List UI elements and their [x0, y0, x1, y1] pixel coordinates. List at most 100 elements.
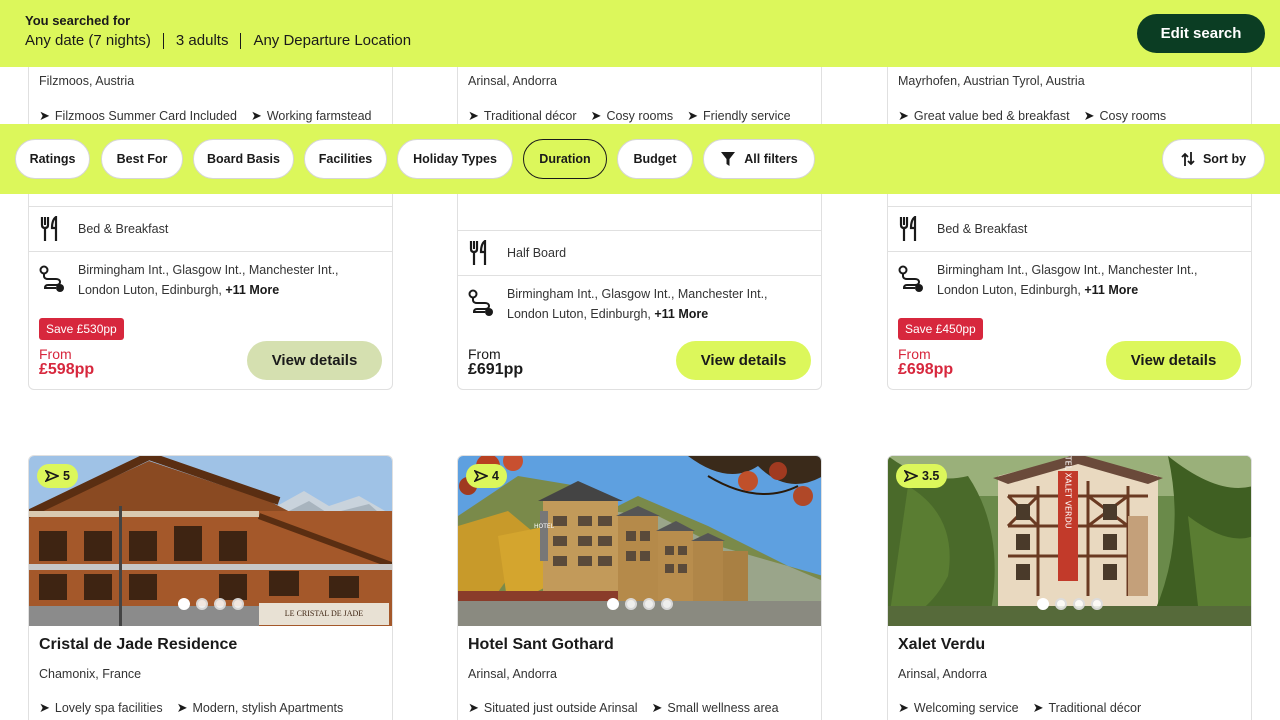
feature-item: ➤ Traditional décor — [1033, 700, 1142, 716]
feature-item: ➤ Friendly service — [687, 108, 790, 124]
carousel-dot[interactable] — [624, 598, 637, 610]
feature-item: ➤ Great value bed & breakfast — [898, 108, 1070, 124]
filter-chip-facilities[interactable]: Facilities — [304, 139, 387, 179]
feature-list: ➤ Traditional décor ➤ Cosy rooms ➤ Friendly… — [468, 108, 805, 124]
airports-row: Birmingham Int., Glasgow Int., Mancheste… — [29, 251, 392, 307]
rating-badge: 5 — [37, 464, 78, 488]
rating-value: 5 — [63, 469, 70, 483]
filter-chip-ratings[interactable]: Ratings — [15, 139, 90, 179]
hotel-location: Chamonix, France — [39, 667, 142, 681]
rating-badge: 4 — [466, 464, 507, 488]
airports-row: Birmingham Int., Glasgow Int., Mancheste… — [458, 275, 821, 331]
separator — [240, 32, 242, 49]
filter-chip-budget[interactable]: Budget — [617, 139, 693, 179]
rating-value: 4 — [492, 469, 499, 483]
cutlery-icon — [468, 238, 490, 271]
save-badge: Save £450pp — [898, 318, 983, 340]
carousel-dot[interactable] — [177, 598, 190, 610]
carousel-dot[interactable] — [213, 598, 226, 610]
hotel-name[interactable]: Cristal de Jade Residence — [39, 636, 237, 654]
view-details-button[interactable]: View details — [247, 341, 382, 380]
price: £698pp — [898, 361, 954, 378]
hotel-sign-text: HOTEL — [534, 523, 555, 530]
feature-list: ➤ Situated just outside Arinsal ➤ Small we… — [468, 700, 793, 716]
arrow-icon: ➤ — [176, 700, 188, 715]
price: £598pp — [39, 361, 95, 378]
edit-search-button[interactable]: Edit search — [1137, 14, 1265, 53]
building-sign-text: LE CRISTAL DE JADE — [285, 609, 364, 618]
feature-text: Working farmstead — [266, 109, 372, 123]
carousel-dot[interactable] — [195, 598, 208, 610]
feature-text: Traditional décor — [1048, 701, 1142, 715]
feature-list: ➤ Welcoming service ➤ Traditional décor — [898, 700, 1155, 716]
sort-by-button[interactable]: Sort by — [1162, 139, 1265, 179]
airports-row: Birmingham Int., Glasgow Int., Mancheste… — [888, 251, 1251, 307]
tripadvisor-arrow-icon — [904, 470, 918, 482]
rating-value: 3.5 — [922, 469, 940, 483]
feature-item: ➤ Lovely spa facilities — [39, 700, 163, 716]
feature-item: ➤ Modern, stylish Apartments — [177, 700, 344, 716]
feature-text: Welcoming service — [913, 701, 1019, 715]
arrow-icon: ➤ — [898, 108, 909, 123]
summary-adults: 3 adults — [175, 32, 229, 49]
filter-chip-holiday-types[interactable]: Holiday Types — [397, 139, 513, 179]
from-label: From — [898, 346, 931, 362]
cutlery-icon — [898, 214, 920, 247]
departure-airports: Birmingham Int., Glasgow Int., Mancheste… — [937, 260, 1198, 300]
hotel-card[interactable]: HOTEL 4 Hotel Sant Gothard Arinsal, Ando… — [457, 455, 822, 720]
hotel-card: Arinsal, Andorra ➤ Traditional décor ➤ Cos… — [457, 50, 822, 390]
arrow-icon: ➤ — [468, 700, 479, 715]
carousel-dot[interactable] — [231, 598, 244, 610]
feature-item: ➤ Welcoming service — [898, 700, 1019, 716]
feature-text: Situated just outside Arinsal — [483, 701, 638, 715]
view-details-button[interactable]: View details — [676, 341, 811, 380]
filter-bar: Ratings Best For Board Basis Facilities … — [0, 124, 1280, 194]
all-filters-button[interactable]: All filters — [703, 139, 815, 179]
hotel-name[interactable]: Xalet Verdu — [898, 636, 985, 654]
rating-badge: 3.5 — [896, 464, 948, 488]
arrow-icon: ➤ — [39, 108, 50, 123]
airports-line: London Luton, Edinburgh, — [78, 283, 222, 297]
feature-item: ➤ Situated just outside Arinsal — [468, 700, 637, 716]
board-basis: Half Board — [507, 246, 567, 260]
hotel-card[interactable]: HOTEL XALET VERDU 3.5 Xalet Verdu Arinsa… — [887, 455, 1252, 720]
carousel-dots[interactable] — [177, 598, 244, 610]
carousel-dot[interactable] — [642, 598, 655, 610]
more-airports-link[interactable]: +11 More — [225, 283, 279, 297]
filter-chip-best-for[interactable]: Best For — [101, 139, 183, 179]
more-airports-link[interactable]: +11 More — [654, 307, 708, 321]
summary-title: You searched for — [25, 13, 131, 28]
hotel-location: Arinsal, Andorra — [468, 74, 557, 88]
more-airports-link[interactable]: +11 More — [1084, 283, 1138, 297]
hotel-location: Mayrhofen, Austrian Tyrol, Austria — [898, 74, 1085, 88]
carousel-dot[interactable] — [1036, 598, 1049, 610]
carousel-dots[interactable] — [606, 598, 673, 610]
hotel-card: Filzmoos, Austria ➤ Filzmoos Summer Card … — [28, 50, 393, 390]
feature-list: ➤ Great value bed & breakfast ➤ Cosy rooms — [898, 108, 1180, 124]
filter-chip-board-basis[interactable]: Board Basis — [193, 139, 294, 179]
carousel-dot[interactable] — [1054, 598, 1067, 610]
carousel-dot[interactable] — [1072, 598, 1085, 610]
summary-date: Any date (7 nights) — [25, 32, 151, 49]
board-row: Bed & Breakfast — [888, 206, 1251, 251]
cutlery-icon — [39, 214, 61, 247]
arrow-icon: ➤ — [468, 108, 479, 123]
carousel-dot[interactable] — [606, 598, 619, 610]
carousel-dot[interactable] — [660, 598, 673, 610]
hotel-name[interactable]: Hotel Sant Gothard — [468, 636, 614, 654]
arrow-icon: ➤ — [687, 108, 699, 123]
board-basis: Bed & Breakfast — [78, 222, 169, 236]
arrow-icon: ➤ — [39, 700, 50, 715]
feature-item: ➤ Cosy rooms — [591, 108, 674, 124]
airports-line: Birmingham Int., Glasgow Int., Mancheste… — [507, 287, 768, 301]
carousel-dots[interactable] — [1036, 598, 1103, 610]
carousel-dot[interactable] — [1090, 598, 1103, 610]
view-details-button[interactable]: View details — [1106, 341, 1241, 380]
feature-text: Small wellness area — [667, 701, 779, 715]
hotel-card[interactable]: LE CRISTAL DE JADE 5 Cristal de Jade Res… — [28, 455, 393, 720]
summary-departure: Any Departure Location — [253, 32, 412, 49]
price: £691pp — [468, 361, 524, 378]
filter-chip-duration[interactable]: Duration — [523, 139, 607, 179]
airports-line: London Luton, Edinburgh, — [507, 307, 651, 321]
feature-text: Great value bed & breakfast — [913, 109, 1070, 123]
